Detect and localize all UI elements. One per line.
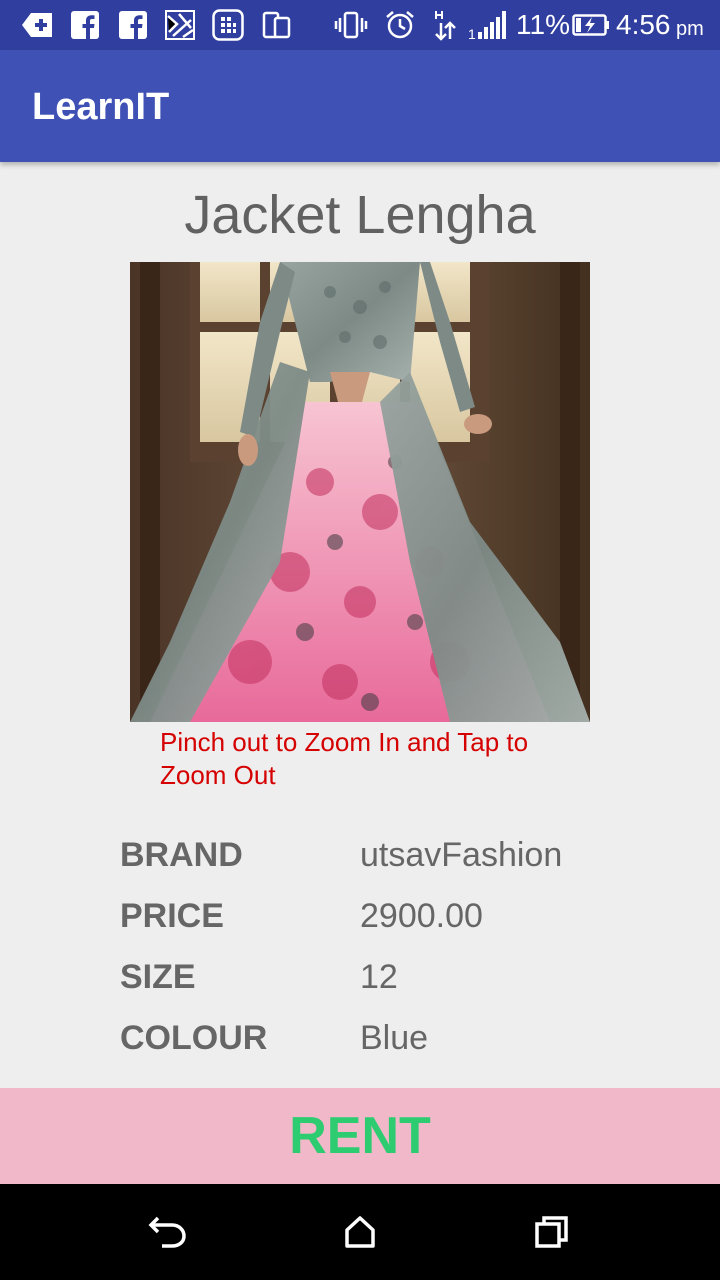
gallery-icon [164, 10, 196, 40]
price-label: PRICE [120, 897, 224, 935]
brand-label: BRAND [120, 836, 243, 874]
recents-icon[interactable] [530, 1210, 574, 1254]
size-value: 12 [360, 958, 398, 996]
dual-screen-icon [262, 10, 292, 40]
battery-percent: 11% [516, 9, 570, 40]
product-photo [130, 262, 590, 722]
svg-text:1: 1 [468, 26, 476, 40]
clock-ampm: pm [676, 18, 704, 40]
spec-row-size: SIZE 12 [120, 952, 680, 1002]
product-image[interactable] [130, 262, 590, 722]
app-bar: LearnIT [0, 50, 720, 162]
zoom-hint: Pinch out to Zoom In and Tap to Zoom Out [160, 727, 529, 790]
price-value: 2900.00 [360, 897, 483, 935]
home-icon[interactable] [338, 1210, 382, 1254]
app-title: LearnIT [32, 86, 170, 128]
vibrate-icon [334, 10, 368, 40]
spec-row-colour: COLOUR Blue [120, 1013, 680, 1063]
size-label: SIZE [120, 958, 196, 996]
rent-button[interactable]: RENT [0, 1088, 720, 1184]
spec-row-price: PRICE 2900.00 [120, 891, 680, 941]
clock-time: 4:56 [616, 9, 671, 40]
status-bar: 1 11% 4:56 pm [0, 0, 720, 50]
product-title: Jacket Lengha [184, 185, 536, 245]
add-icon [20, 10, 54, 40]
alarm-icon [384, 10, 416, 40]
signal-icon: 1 [468, 10, 510, 40]
battery-charging-icon [572, 10, 610, 40]
sim-icon [212, 9, 244, 41]
spec-row-brand: BRAND utsavFashion [120, 830, 680, 880]
back-icon[interactable] [146, 1210, 190, 1254]
colour-label: COLOUR [120, 1019, 268, 1057]
facebook-icon [118, 10, 148, 40]
facebook-icon [70, 10, 100, 40]
nav-bar [0, 1184, 720, 1280]
brand-value: utsavFashion [360, 836, 563, 874]
colour-value: Blue [360, 1019, 429, 1057]
data-arrows-icon [432, 10, 458, 41]
